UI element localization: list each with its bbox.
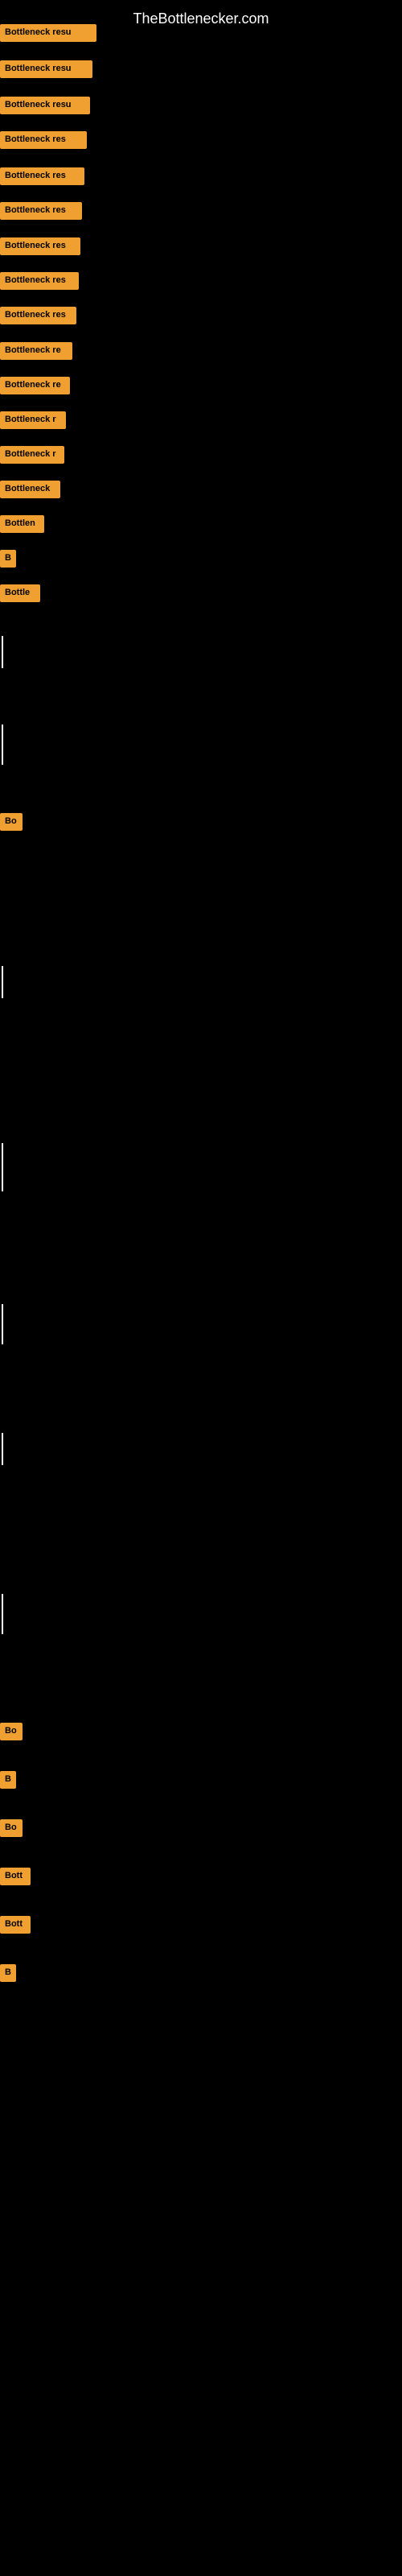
bottleneck-button-btn23[interactable]: Bott	[0, 1916, 31, 1934]
bottleneck-button-btn18[interactable]: Bo	[0, 813, 23, 831]
line-mark-line3	[2, 966, 3, 998]
bottleneck-button-btn19[interactable]: Bo	[0, 1723, 23, 1740]
bottleneck-button-btn6[interactable]: Bottleneck res	[0, 202, 82, 220]
bottleneck-button-btn16[interactable]: B	[0, 550, 16, 568]
bottleneck-button-btn17[interactable]: Bottle	[0, 584, 40, 602]
bottleneck-button-btn4[interactable]: Bottleneck res	[0, 131, 87, 149]
line-mark-line4	[2, 1143, 3, 1191]
bottleneck-button-btn20[interactable]: B	[0, 1771, 16, 1789]
bottleneck-button-btn21[interactable]: Bo	[0, 1819, 23, 1837]
bottleneck-button-btn10[interactable]: Bottleneck re	[0, 342, 72, 360]
bottleneck-button-btn15[interactable]: Bottlen	[0, 515, 44, 533]
bottleneck-button-btn22[interactable]: Bott	[0, 1868, 31, 1885]
bottleneck-button-btn8[interactable]: Bottleneck res	[0, 272, 79, 290]
line-mark-line7	[2, 1594, 3, 1634]
bottleneck-button-btn9[interactable]: Bottleneck res	[0, 307, 76, 324]
line-mark-line5	[2, 1304, 3, 1344]
bottleneck-button-btn24[interactable]: B	[0, 1964, 16, 1982]
bottleneck-button-btn13[interactable]: Bottleneck r	[0, 446, 64, 464]
bottleneck-button-btn1[interactable]: Bottleneck resu	[0, 24, 96, 42]
bottleneck-button-btn12[interactable]: Bottleneck r	[0, 411, 66, 429]
bottleneck-button-btn11[interactable]: Bottleneck re	[0, 377, 70, 394]
bottleneck-button-btn2[interactable]: Bottleneck resu	[0, 60, 92, 78]
bottleneck-button-btn14[interactable]: Bottleneck	[0, 481, 60, 498]
bottleneck-button-btn3[interactable]: Bottleneck resu	[0, 97, 90, 114]
line-mark-line6	[2, 1433, 3, 1465]
line-mark-line2	[2, 724, 3, 765]
bottleneck-button-btn7[interactable]: Bottleneck res	[0, 237, 80, 255]
line-mark-line1	[2, 636, 3, 668]
bottleneck-button-btn5[interactable]: Bottleneck res	[0, 167, 84, 185]
